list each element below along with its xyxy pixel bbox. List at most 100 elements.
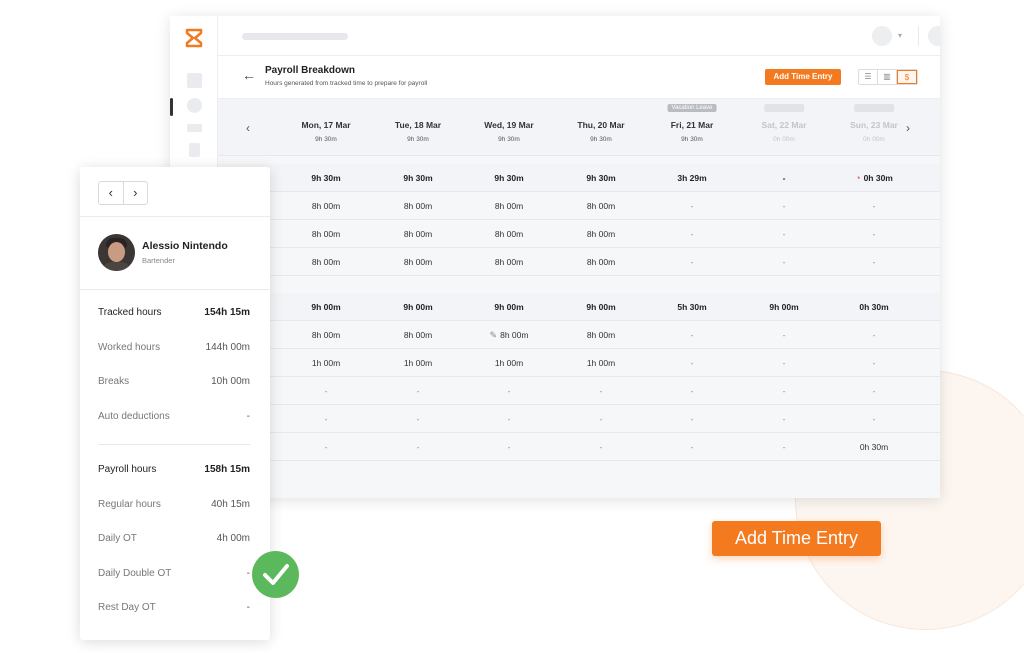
table-cell[interactable]: 9h 30m [556, 164, 646, 192]
table-cell[interactable]: 9h 00m [281, 293, 371, 321]
table-cell[interactable]: 9h 00m [556, 293, 646, 321]
table-cell[interactable]: - [829, 405, 919, 433]
table-cell[interactable]: - [647, 220, 737, 248]
table-cell[interactable]: - [464, 433, 554, 461]
table-cell[interactable]: - [829, 321, 919, 349]
table-cell[interactable]: 5h 30m [647, 293, 737, 321]
back-arrow-icon[interactable]: ← [242, 67, 256, 83]
rail-item-2[interactable] [187, 98, 202, 113]
leave-badge-placeholder [764, 104, 804, 112]
table-cell[interactable]: - [373, 405, 463, 433]
table-cell[interactable]: - [829, 248, 919, 276]
table-cell[interactable]: - [829, 377, 919, 405]
table-cell[interactable]: 0h 30m [829, 293, 919, 321]
table-cell[interactable]: 9h 00m [464, 293, 554, 321]
table-cell[interactable]: - [829, 220, 919, 248]
search-placeholder[interactable] [242, 33, 348, 40]
table-cell[interactable]: 8h 00m [464, 192, 554, 220]
table-cell[interactable]: - [647, 349, 737, 377]
timesheet-view-icon[interactable]: ▥ [878, 70, 897, 84]
stat-row: Regular hours 40h 15m [98, 499, 250, 513]
table-cell[interactable]: - [373, 433, 463, 461]
cell-value: 8h 00m [494, 201, 524, 211]
table-cell[interactable]: - [739, 377, 829, 405]
employee-role: Bartender [142, 256, 175, 265]
table-cell[interactable]: - [281, 405, 371, 433]
prev-week-icon[interactable]: ‹ [246, 121, 250, 135]
table-cell[interactable]: - [281, 433, 371, 461]
table-cell[interactable]: 8h 00m [556, 220, 646, 248]
table-cell[interactable]: - [829, 349, 919, 377]
table-cell[interactable]: 8h 00m [373, 321, 463, 349]
table-cell[interactable]: - [647, 405, 737, 433]
cell-value: - [782, 442, 786, 452]
table-cell[interactable]: 8h 00m [373, 192, 463, 220]
table-cell[interactable]: 8h 00m [464, 220, 554, 248]
table-cell[interactable]: 8h 00m [373, 248, 463, 276]
table-cell[interactable]: 8h 00m [556, 321, 646, 349]
table-cell[interactable]: 8h 00m [281, 220, 371, 248]
table-cell[interactable]: 8h 00m [556, 192, 646, 220]
table-cell[interactable]: - [647, 192, 737, 220]
notification-icon[interactable] [928, 26, 940, 46]
table-cell[interactable]: 9h 30m [373, 164, 463, 192]
table-cell[interactable]: - [739, 433, 829, 461]
cell-value: - [690, 386, 694, 396]
table-cell[interactable]: 8h 00m [281, 192, 371, 220]
table-cell[interactable]: - [739, 349, 829, 377]
table-cell[interactable]: 8h 00m [281, 248, 371, 276]
table-cell[interactable]: - [464, 377, 554, 405]
rail-item-4[interactable] [189, 143, 200, 157]
table-cell[interactable]: - [739, 220, 829, 248]
table-cell[interactable]: 9h 00m [373, 293, 463, 321]
table-cell[interactable]: 8h 00m [556, 248, 646, 276]
table-cell[interactable]: 8h 00m [373, 220, 463, 248]
table-cell[interactable]: 0h 30m [829, 433, 919, 461]
table-cell[interactable]: - [464, 405, 554, 433]
table-cell[interactable]: - [373, 377, 463, 405]
chevron-down-icon[interactable]: ▾ [898, 31, 902, 40]
cell-value: 1h 00m [403, 358, 433, 368]
table-cell[interactable]: - [647, 321, 737, 349]
table-cell[interactable]: - [281, 377, 371, 405]
list-view-icon[interactable]: ☰ [859, 70, 878, 84]
table-cell[interactable]: - [556, 377, 646, 405]
add-time-entry-button[interactable]: Add Time Entry [765, 69, 841, 85]
profile-avatar-icon[interactable] [872, 26, 892, 46]
table-cell[interactable]: - [739, 164, 829, 192]
table-cell[interactable]: 9h 00m [739, 293, 829, 321]
table-cell[interactable]: - [556, 433, 646, 461]
table-cell[interactable]: 8h 00m [464, 248, 554, 276]
rail-item-3[interactable] [187, 124, 202, 132]
employee-summary-card: ‹ › Alessio Nintendo Bartender Tracked h… [80, 167, 270, 640]
payroll-view-icon[interactable]: $ [897, 70, 917, 84]
rail-item-1[interactable] [187, 73, 202, 88]
next-employee-icon[interactable]: › [124, 182, 148, 204]
table-cell[interactable]: 1h 00m [464, 349, 554, 377]
cell-value: 8h 00m [500, 330, 529, 340]
table-cell[interactable]: 3h 29m [647, 164, 737, 192]
cell-value: - [507, 386, 511, 396]
table-cell[interactable]: - [647, 433, 737, 461]
stat-row: Auto deductions - [98, 411, 250, 425]
table-cell[interactable]: - [829, 192, 919, 220]
table-cell[interactable]: - [647, 248, 737, 276]
table-cell[interactable]: - [556, 405, 646, 433]
table-cell[interactable]: 1h 00m [373, 349, 463, 377]
page-title: Payroll Breakdown [265, 65, 356, 76]
table-cell[interactable]: - [739, 192, 829, 220]
add-time-entry-cta-button[interactable]: Add Time Entry [712, 521, 881, 556]
prev-employee-icon[interactable]: ‹ [99, 182, 124, 204]
table-cell[interactable]: 8h 00m [281, 321, 371, 349]
table-cell[interactable]: - [739, 248, 829, 276]
table-cell[interactable]: 9h 30m [464, 164, 554, 192]
table-cell[interactable]: - [739, 405, 829, 433]
table-cell[interactable]: ✎ 8h 00m [464, 321, 554, 349]
table-cell[interactable]: ◔ 0h 30m [829, 164, 919, 192]
table-cell[interactable]: 1h 00m [281, 349, 371, 377]
table-cell[interactable]: - [647, 377, 737, 405]
stat-label: Rest Day OT [98, 602, 156, 613]
table-cell[interactable]: 9h 30m [281, 164, 371, 192]
table-cell[interactable]: 1h 00m [556, 349, 646, 377]
table-cell[interactable]: - [739, 321, 829, 349]
